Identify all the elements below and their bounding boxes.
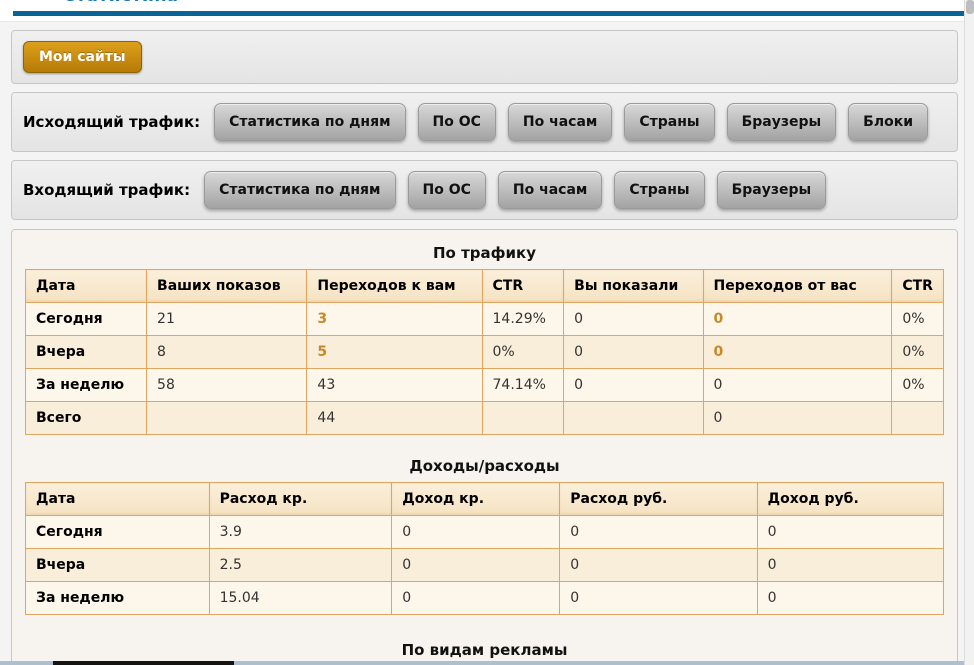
table-cell: 0 [560, 549, 757, 582]
outgoing-traffic-panel: Исходящий трафик: Статистика по дням По … [11, 92, 958, 152]
table-row: Сегодня 21 3 14.29% 0 0 0% [26, 303, 944, 336]
outgoing-browsers-button[interactable]: Браузеры [727, 103, 837, 141]
traffic-table-title: По трафику [25, 244, 944, 262]
incoming-by-hours-button[interactable]: По часам [498, 171, 602, 209]
column-header: CTR [892, 270, 944, 303]
table-cell: 0 [703, 303, 892, 336]
header-divider [13, 11, 964, 16]
incoming-by-os-button[interactable]: По ОС [408, 171, 486, 209]
table-cell [564, 402, 703, 435]
table-cell: 0 [560, 582, 757, 615]
table-cell: 0 [703, 336, 892, 369]
table-cell [147, 402, 307, 435]
table-cell: 21 [147, 303, 307, 336]
table-cell [892, 402, 944, 435]
column-header: Доход кр. [392, 483, 560, 516]
incoming-browsers-button[interactable]: Браузеры [717, 171, 827, 209]
column-header: Доход руб. [757, 483, 943, 516]
table-cell: 44 [307, 402, 482, 435]
column-header: Ваших показов [147, 270, 307, 303]
my-sites-button[interactable]: Мои сайты [23, 41, 142, 73]
column-header: Переходов от вас [703, 270, 892, 303]
page-title: Статистика [63, 0, 283, 7]
table-cell: 0 [757, 516, 943, 549]
table-cell: 0 [703, 369, 892, 402]
horizontal-scrollbar[interactable] [0, 661, 964, 665]
traffic-table-header-row: Дата Ваших показов Переходов к вам CTR В… [26, 270, 944, 303]
table-cell: Всего [26, 402, 147, 435]
table-row: Вчера 8 5 0% 0 0 0% [26, 336, 944, 369]
incoming-stats-by-days-button[interactable]: Статистика по дням [204, 171, 395, 209]
table-cell: 0 [564, 303, 703, 336]
table-cell: 15.04 [209, 582, 392, 615]
incoming-traffic-panel: Входящий трафик: Статистика по дням По О… [11, 160, 958, 220]
table-cell: 74.14% [482, 369, 564, 402]
table-cell: 0 [392, 582, 560, 615]
column-header: Дата [26, 483, 210, 516]
table-cell: За неделю [26, 369, 147, 402]
table-cell: 0% [892, 369, 944, 402]
table-cell: 0 [564, 369, 703, 402]
statistics-tables-panel: По трафику Дата Ваших показов Переходов … [11, 229, 958, 665]
table-cell [482, 402, 564, 435]
table-row: Вчера 2.5 0 0 0 [26, 549, 944, 582]
column-header: Вы показали [564, 270, 703, 303]
table-row: За неделю 58 43 74.14% 0 0 0% [26, 369, 944, 402]
column-header: Расход руб. [560, 483, 757, 516]
outgoing-stats-by-days-button[interactable]: Статистика по дням [214, 103, 405, 141]
table-cell: 0% [892, 303, 944, 336]
table-cell: 0 [392, 549, 560, 582]
outgoing-blocks-button[interactable]: Блоки [848, 103, 928, 141]
column-header: CTR [482, 270, 564, 303]
vertical-scrollbar[interactable] [964, 0, 974, 665]
table-cell: Вчера [26, 336, 147, 369]
column-header: Расход кр. [209, 483, 392, 516]
table-row: За неделю 15.04 0 0 0 [26, 582, 944, 615]
main-content: Мои сайты Исходящий трафик: Статистика п… [11, 30, 958, 665]
table-cell: 3.9 [209, 516, 392, 549]
top-bar: Статистика [0, 0, 974, 22]
table-cell: 2.5 [209, 549, 392, 582]
my-sites-panel: Мои сайты [11, 30, 958, 84]
table-cell: 58 [147, 369, 307, 402]
outgoing-by-os-button[interactable]: По ОС [418, 103, 496, 141]
ads-table-title: По видам рекламы [25, 641, 944, 659]
table-cell: 0 [757, 582, 943, 615]
table-cell: 5 [307, 336, 482, 369]
vertical-scrollbar-thumb[interactable] [966, 0, 974, 14]
table-row: Сегодня 3.9 0 0 0 [26, 516, 944, 549]
outgoing-by-hours-button[interactable]: По часам [508, 103, 612, 141]
income-table-header-row: Дата Расход кр. Доход кр. Расход руб. До… [26, 483, 944, 516]
outgoing-countries-button[interactable]: Страны [624, 103, 714, 141]
table-cell: 0 [560, 516, 757, 549]
table-cell: 0% [482, 336, 564, 369]
table-cell: 0 [564, 336, 703, 369]
incoming-traffic-label: Входящий трафик: [23, 181, 190, 199]
table-cell: Сегодня [26, 516, 210, 549]
table-cell: Вчера [26, 549, 210, 582]
table-cell: 0% [892, 336, 944, 369]
table-cell: 14.29% [482, 303, 564, 336]
horizontal-scrollbar-thumb[interactable] [53, 661, 234, 665]
income-expense-table: Дата Расход кр. Доход кр. Расход руб. До… [25, 482, 944, 615]
table-cell: За неделю [26, 582, 210, 615]
outgoing-traffic-label: Исходящий трафик: [23, 113, 200, 131]
column-header: Дата [26, 270, 147, 303]
table-cell: 0 [392, 516, 560, 549]
income-table-title: Доходы/расходы [25, 457, 944, 475]
incoming-countries-button[interactable]: Страны [614, 171, 704, 209]
table-cell: 3 [307, 303, 482, 336]
table-cell: 8 [147, 336, 307, 369]
table-cell: 0 [703, 402, 892, 435]
table-cell: Сегодня [26, 303, 147, 336]
table-cell: 0 [757, 549, 943, 582]
column-header: Переходов к вам [307, 270, 482, 303]
traffic-table: Дата Ваших показов Переходов к вам CTR В… [25, 269, 944, 435]
table-row: Всего 44 0 [26, 402, 944, 435]
table-cell: 43 [307, 369, 482, 402]
